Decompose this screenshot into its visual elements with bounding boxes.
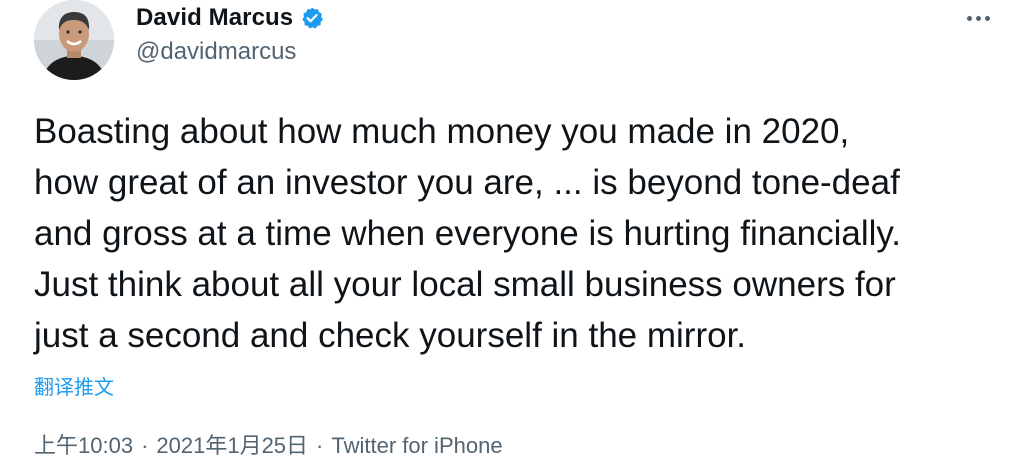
meta-separator: · — [316, 433, 324, 458]
tweet-text: Boasting about how much money you made i… — [34, 106, 1014, 361]
tweet-time[interactable]: 上午10:03 — [34, 433, 133, 458]
author-handle[interactable]: @davidmarcus — [136, 36, 324, 68]
tweet-text-line: and gross at a time when everyone is hur… — [34, 214, 902, 253]
more-options-button[interactable] — [960, 6, 996, 30]
author-block: David Marcus @davidmarcus — [136, 0, 324, 68]
tweet-text-line: just a second and check yourself in the … — [34, 316, 747, 355]
tweet-text-line: how great of an investor you are, ... is… — [34, 163, 900, 202]
meta-separator: · — [141, 433, 149, 458]
tweet-meta: 上午10:03 · 2021年1月25日 · Twitter for iPhone — [34, 430, 503, 462]
tweet-detail: David Marcus @davidmarcus Boasting about… — [0, 0, 1024, 474]
tweet-text-line: Boasting about how much money you made i… — [34, 112, 850, 151]
tweet-text-line: Just think about all your local small bu… — [34, 265, 896, 304]
more-options-icon — [975, 15, 981, 21]
author-display-name[interactable]: David Marcus — [136, 0, 293, 36]
more-options-icon — [984, 15, 990, 21]
tweet-date[interactable]: 2021年1月25日 — [156, 433, 308, 458]
tweet-source[interactable]: Twitter for iPhone — [331, 433, 502, 458]
profile-photo-icon — [34, 0, 114, 80]
author-name-row: David Marcus — [136, 0, 324, 36]
more-options-icon — [966, 15, 972, 21]
verified-badge-icon — [300, 6, 324, 30]
translate-tweet-link[interactable]: 翻译推文 — [34, 374, 114, 402]
avatar[interactable] — [34, 0, 114, 80]
